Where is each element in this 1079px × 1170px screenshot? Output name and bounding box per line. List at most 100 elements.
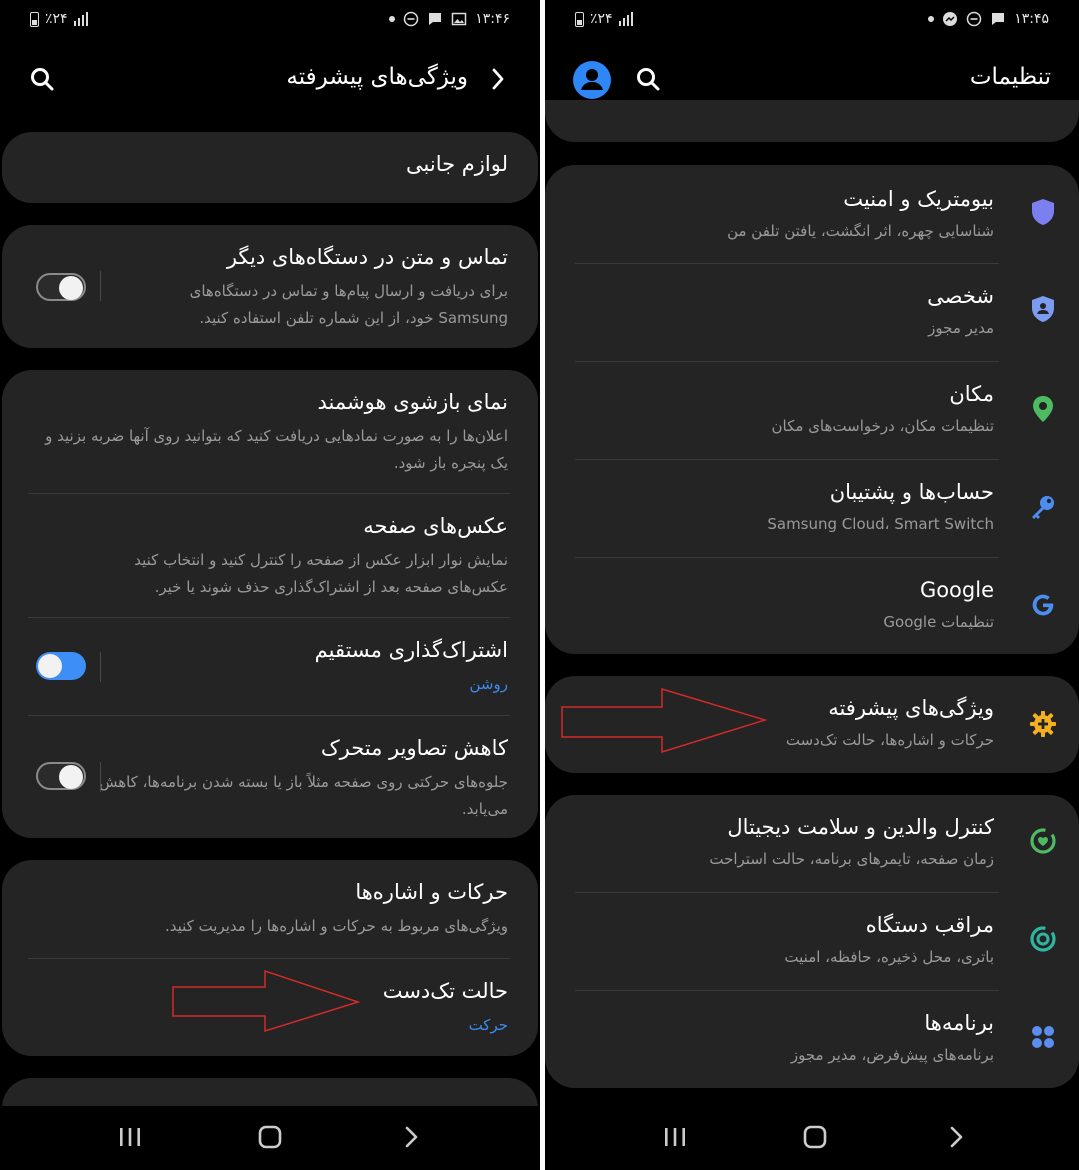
home-icon[interactable] [250, 1120, 290, 1154]
setting-row-accessories[interactable]: لوازم جانبی [2, 132, 538, 203]
setting-title: عکس‌های صفحه [363, 514, 508, 538]
back-icon[interactable] [392, 1120, 432, 1154]
back-arrow-icon[interactable] [478, 59, 518, 99]
setting-summary: حرکات و اشاره‌ها، حالت تک‌دست [785, 731, 994, 749]
direct-share-toggle[interactable] [36, 652, 86, 680]
signal-icon [73, 12, 88, 26]
calls-texts-card: تماس و متن در دستگاه‌های دیگر برای دریاف… [2, 225, 538, 348]
setting-row-direct-share[interactable]: اشتراک‌گذاری مستقیم روشن [2, 618, 538, 716]
setting-summary: تنظیمات مکان، درخواست‌های مکان [771, 417, 994, 435]
setting-row-location[interactable]: مکان تنظیمات مکان، درخواست‌های مکان [545, 362, 1079, 460]
battery-level: ٪۲۴ [590, 11, 613, 27]
setting-summary: روشن [469, 675, 508, 693]
setting-title: کاهش تصاویر متحرک [320, 736, 508, 760]
setting-title: لوازم جانبی [406, 152, 508, 176]
back-icon[interactable] [937, 1120, 977, 1154]
setting-title: کنترل والدین و سلامت دیجیتال [727, 815, 994, 839]
device-care-icon [1029, 925, 1057, 953]
setting-title: برنامه‌ها [924, 1011, 994, 1035]
recent-apps-icon[interactable] [110, 1120, 150, 1154]
advanced-card: ویژگی‌های پیشرفته حرکات و اشاره‌ها، حالت… [545, 676, 1079, 773]
setting-row-one-handed-mode[interactable]: حالت تک‌دست حرکت [2, 959, 538, 1056]
setting-title: مراقب دستگاه [865, 913, 994, 937]
setting-row-screenshots[interactable]: عکس‌های صفحه نمایش نوار ابزار عکس از صفح… [2, 494, 538, 618]
page-title: تنظیمات [969, 64, 1051, 90]
setting-title: بیومتریک و امنیت [843, 187, 994, 211]
previous-card [545, 100, 1079, 142]
divider [100, 762, 101, 792]
recent-apps-icon[interactable] [655, 1120, 695, 1154]
toggle-knob [59, 765, 83, 789]
divider [100, 652, 101, 682]
battery-icon [30, 11, 39, 27]
setting-row-digital-wellbeing[interactable]: کنترل والدین و سلامت دیجیتال زمان صفحه، … [545, 795, 1079, 893]
location-pin-icon [1029, 395, 1057, 423]
status-bar: ٪۲۴ ۱۳:۴۶ [0, 0, 540, 40]
signal-icon [618, 12, 633, 26]
setting-summary: برنامه‌های پیش‌فرض، مدیر مجوز [790, 1046, 994, 1064]
reduce-animations-toggle[interactable] [36, 762, 86, 790]
calls-other-devices-toggle[interactable] [36, 273, 86, 301]
toggle-knob [59, 276, 83, 300]
key-icon [1029, 493, 1057, 521]
shield-icon [1029, 198, 1057, 226]
setting-row-calls-other-devices[interactable]: تماس و متن در دستگاه‌های دیگر برای دریاف… [2, 225, 538, 348]
home-icon[interactable] [795, 1120, 835, 1154]
message-icon [429, 13, 442, 25]
setting-title: نمای بازشوی هوشمند [317, 390, 508, 414]
toggle-knob [38, 654, 62, 678]
search-icon[interactable] [628, 59, 668, 99]
setting-row-device-care[interactable]: مراقب دستگاه باتری، محل ذخیره، حافظه، ام… [545, 893, 1079, 991]
setting-title: حالت تک‌دست [382, 979, 508, 1003]
setting-row-reduce-animations[interactable]: کاهش تصاویر متحرک جلوه‌های حرکتی روی صفح… [2, 716, 538, 838]
setting-summary: Samsung Cloud، Smart Switch [767, 515, 994, 533]
setting-summary: نمایش نوار ابزار عکس از صفحه را کنترل کن… [134, 551, 508, 596]
google-icon [1029, 591, 1057, 619]
clock: ۱۳:۴۵ [1014, 11, 1049, 27]
navigation-bar [545, 1106, 1079, 1170]
setting-summary: شناسایی چهره، اثر انگشت، یافتن تلفن من [727, 222, 994, 240]
settings-screen: ٪۲۴ ۱۳:۴۵ تنظیمات بیومتریک و امنیت شناسا… [545, 0, 1079, 1170]
notification-dot-icon [389, 16, 396, 22]
page-title: ویژگی‌های پیشرفته [286, 64, 468, 90]
setting-summary: تنظیمات Google [883, 613, 994, 631]
setting-title: اشتراک‌گذاری مستقیم [314, 638, 508, 662]
status-bar: ٪۲۴ ۱۳:۴۵ [545, 0, 1079, 40]
device-apps-card: کنترل والدین و سلامت دیجیتال زمان صفحه، … [545, 795, 1079, 1088]
security-accounts-card: بیومتریک و امنیت شناسایی چهره، اثر انگشت… [545, 165, 1079, 654]
advanced-features-screen: ٪۲۴ ۱۳:۴۶ ویژگی‌های پیشرفته لوازم جانبی … [0, 0, 540, 1170]
setting-row-biometrics-security[interactable]: بیومتریک و امنیت شناسایی چهره، اثر انگشت… [545, 165, 1079, 263]
setting-row-advanced-features[interactable]: ویژگی‌های پیشرفته حرکات و اشاره‌ها، حالت… [545, 676, 1079, 773]
setting-summary: جلوه‌های حرکتی روی صفحه مثلاً باز یا بست… [99, 773, 508, 818]
search-icon[interactable] [22, 59, 62, 99]
setting-summary: حرکت [468, 1016, 508, 1034]
setting-summary: مدیر مجوز [928, 319, 994, 337]
privacy-shield-icon [1029, 295, 1057, 323]
motions-card: حرکات و اشاره‌ها ویژگی‌های مربوط به حرکا… [2, 860, 538, 1056]
profile-avatar-icon[interactable] [570, 58, 614, 102]
setting-row-apps[interactable]: برنامه‌ها برنامه‌های پیش‌فرض، مدیر مجوز [545, 991, 1079, 1088]
setting-row-privacy[interactable]: شخصی مدیر مجوز [545, 264, 1079, 362]
messenger-icon [943, 12, 958, 26]
setting-title: شخصی [927, 284, 994, 308]
setting-title: ویژگی‌های پیشرفته [828, 696, 994, 720]
message-icon [992, 13, 1005, 25]
setting-title: حرکات و اشاره‌ها [355, 880, 508, 904]
setting-row-motions-gestures[interactable]: حرکات و اشاره‌ها ویژگی‌های مربوط به حرکا… [2, 860, 538, 958]
setting-title: Google [919, 578, 994, 602]
accessories-card: لوازم جانبی [2, 132, 538, 203]
setting-title: مکان [949, 382, 994, 406]
do-not-disturb-icon [966, 11, 982, 27]
notification-dot-icon [928, 16, 935, 22]
apps-icon [1029, 1023, 1057, 1051]
setting-row-smart-popup[interactable]: نمای بازشوی هوشمند اعلان‌ها را به صورت ن… [2, 370, 538, 494]
setting-summary: باتری، محل ذخیره، حافظه، امنیت [784, 948, 994, 966]
setting-title: حساب‌ها و پشتیبان [829, 480, 994, 504]
advanced-features-icon [1029, 710, 1057, 738]
do-not-disturb-icon [403, 11, 419, 27]
setting-row-google[interactable]: Google تنظیمات Google [545, 558, 1079, 654]
app-bar: ویژگی‌های پیشرفته [0, 48, 540, 110]
gallery-icon [451, 12, 467, 26]
battery-icon [575, 11, 584, 27]
setting-row-accounts-backup[interactable]: حساب‌ها و پشتیبان Samsung Cloud، Smart S… [545, 460, 1079, 558]
